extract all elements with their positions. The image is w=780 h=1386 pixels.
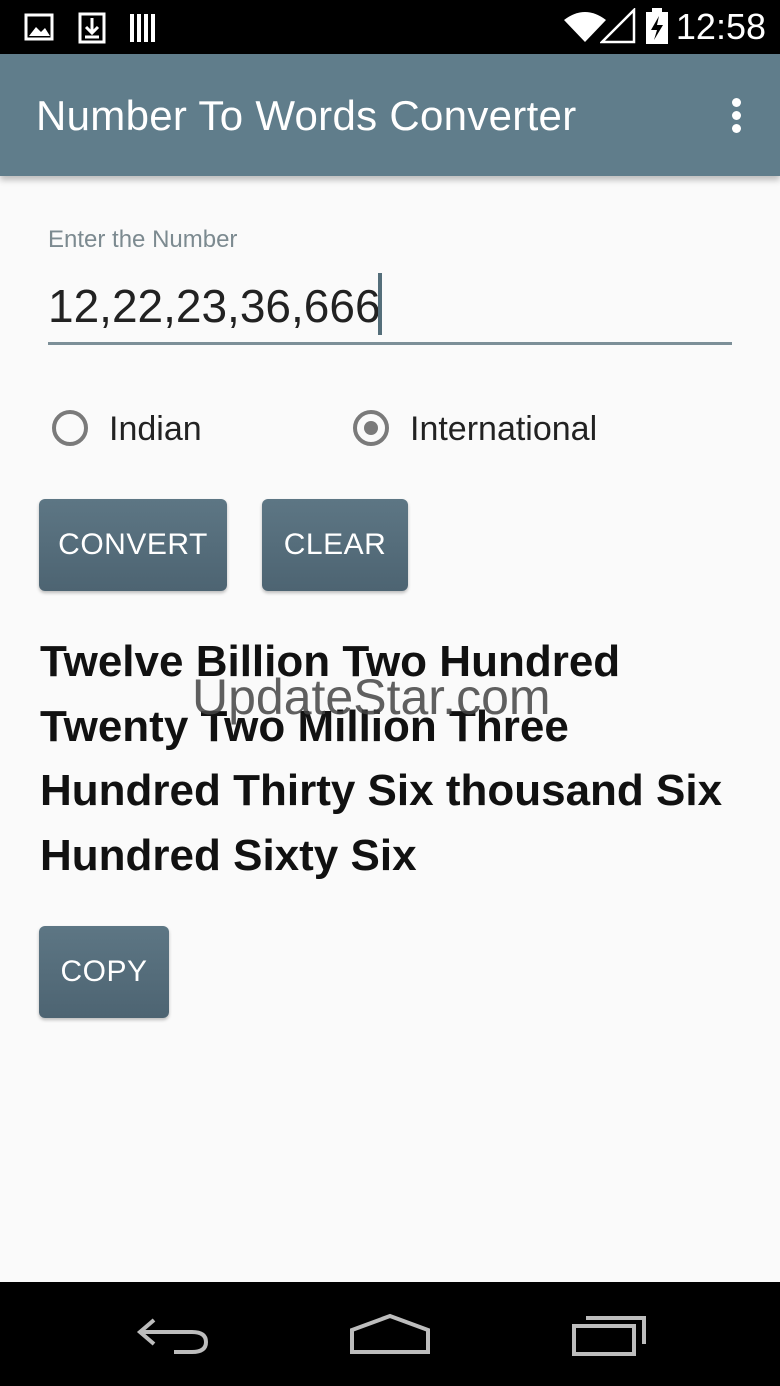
radio-international-circle[interactable] <box>353 410 389 446</box>
home-icon[interactable] <box>348 1312 432 1358</box>
watermark-text: UpdateStar.com <box>192 669 551 725</box>
number-field-label: Enter the Number <box>48 226 238 253</box>
copy-button[interactable]: COPY <box>39 926 169 1018</box>
signal-icon <box>600 8 636 44</box>
status-time: 12:58 <box>675 6 766 47</box>
text-caret <box>378 273 382 335</box>
app-bar: Number To Words Converter <box>0 54 780 176</box>
barcode-icon <box>130 14 155 42</box>
radio-international[interactable]: International <box>353 408 653 454</box>
battery-charging-icon <box>646 8 668 44</box>
recents-icon[interactable] <box>570 1312 650 1358</box>
image-icon <box>24 13 54 41</box>
status-bar: 12:58 <box>0 0 780 54</box>
navigation-bar <box>0 1282 780 1386</box>
radio-indian[interactable]: Indian <box>52 408 252 454</box>
radio-indian-label: Indian <box>109 410 202 448</box>
clear-button[interactable]: CLEAR <box>262 499 408 591</box>
number-input[interactable] <box>48 270 732 345</box>
app-title: Number To Words Converter <box>36 92 577 139</box>
more-vert-icon[interactable] <box>730 98 742 134</box>
back-icon[interactable] <box>134 1312 212 1358</box>
radio-indian-circle[interactable] <box>52 410 88 446</box>
radio-international-label: International <box>410 410 598 448</box>
convert-button[interactable]: CONVERT <box>39 499 227 591</box>
download-icon <box>78 12 106 44</box>
